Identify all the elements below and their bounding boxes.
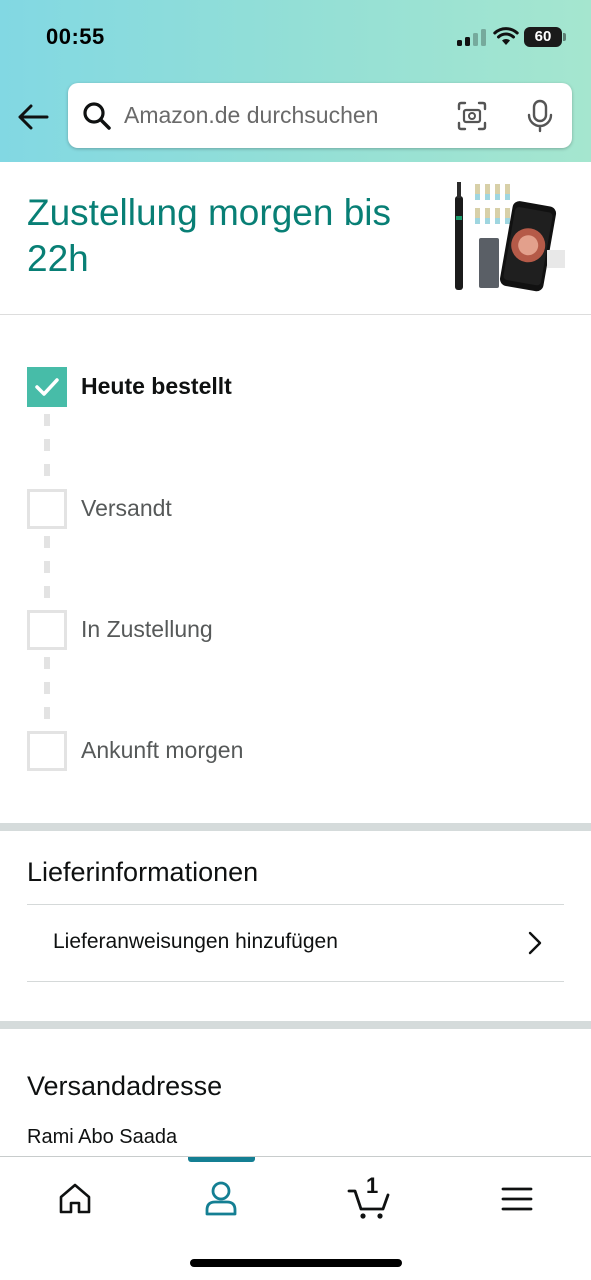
checkbox-empty [27, 610, 67, 650]
nav-active-indicator [188, 1157, 255, 1162]
step-label: Heute bestellt [81, 373, 232, 399]
chevron-right-icon [528, 931, 542, 955]
home-indicator[interactable] [190, 1259, 402, 1267]
microphone-icon[interactable] [525, 99, 555, 133]
section-divider [0, 1021, 591, 1029]
tracker-connector [44, 657, 50, 732]
tracker-step-shipped: Versandt [27, 489, 547, 529]
product-image[interactable] [443, 176, 565, 296]
section-divider [0, 823, 591, 831]
menu-icon[interactable] [495, 1177, 539, 1221]
delivery-title: Zustellung morgen bis 22h [27, 192, 392, 279]
camera-scan-icon[interactable] [456, 100, 488, 132]
tracker-step-ordered: Heute bestellt [27, 367, 547, 407]
checkbox-checked [27, 367, 67, 407]
status-bar: 00:55 60 [0, 0, 591, 72]
tracker-step-arrival: Ankunft morgen [27, 731, 547, 771]
add-delivery-instructions-label: Lieferanweisungen hinzufügen [53, 930, 338, 953]
wifi-icon [493, 27, 519, 45]
checkmark-icon [35, 378, 59, 396]
back-arrow-icon[interactable] [16, 102, 50, 132]
step-label: In Zustellung [81, 616, 213, 642]
step-label: Versandt [81, 495, 172, 521]
checkbox-empty [27, 731, 67, 771]
shipping-address-title: Versandadresse [27, 1071, 223, 1101]
address-name: Rami Abo Saada [27, 1126, 178, 1148]
account-icon[interactable] [199, 1177, 243, 1221]
battery-tip [563, 33, 566, 41]
battery-indicator: 60 [524, 27, 562, 47]
step-label: Ankunft morgen [81, 737, 244, 763]
tracker-connector [44, 414, 50, 489]
top-header: 00:55 60 [0, 0, 591, 162]
home-icon[interactable] [53, 1177, 97, 1221]
search-icon [83, 102, 111, 130]
checkbox-empty [27, 489, 67, 529]
search-input[interactable] [124, 83, 444, 148]
search-box[interactable] [68, 83, 572, 148]
add-delivery-instructions-row[interactable]: Lieferanweisungen hinzufügen [27, 904, 564, 982]
tracker-step-out-for-delivery: In Zustellung [27, 610, 547, 650]
cart-count-badge: 1 [366, 1173, 379, 1198]
header-divider [0, 314, 591, 315]
status-time: 00:55 [46, 24, 105, 49]
delivery-info-title: Lieferinformationen [27, 857, 259, 887]
signal-icon [457, 28, 487, 46]
tracker-connector [44, 536, 50, 611]
